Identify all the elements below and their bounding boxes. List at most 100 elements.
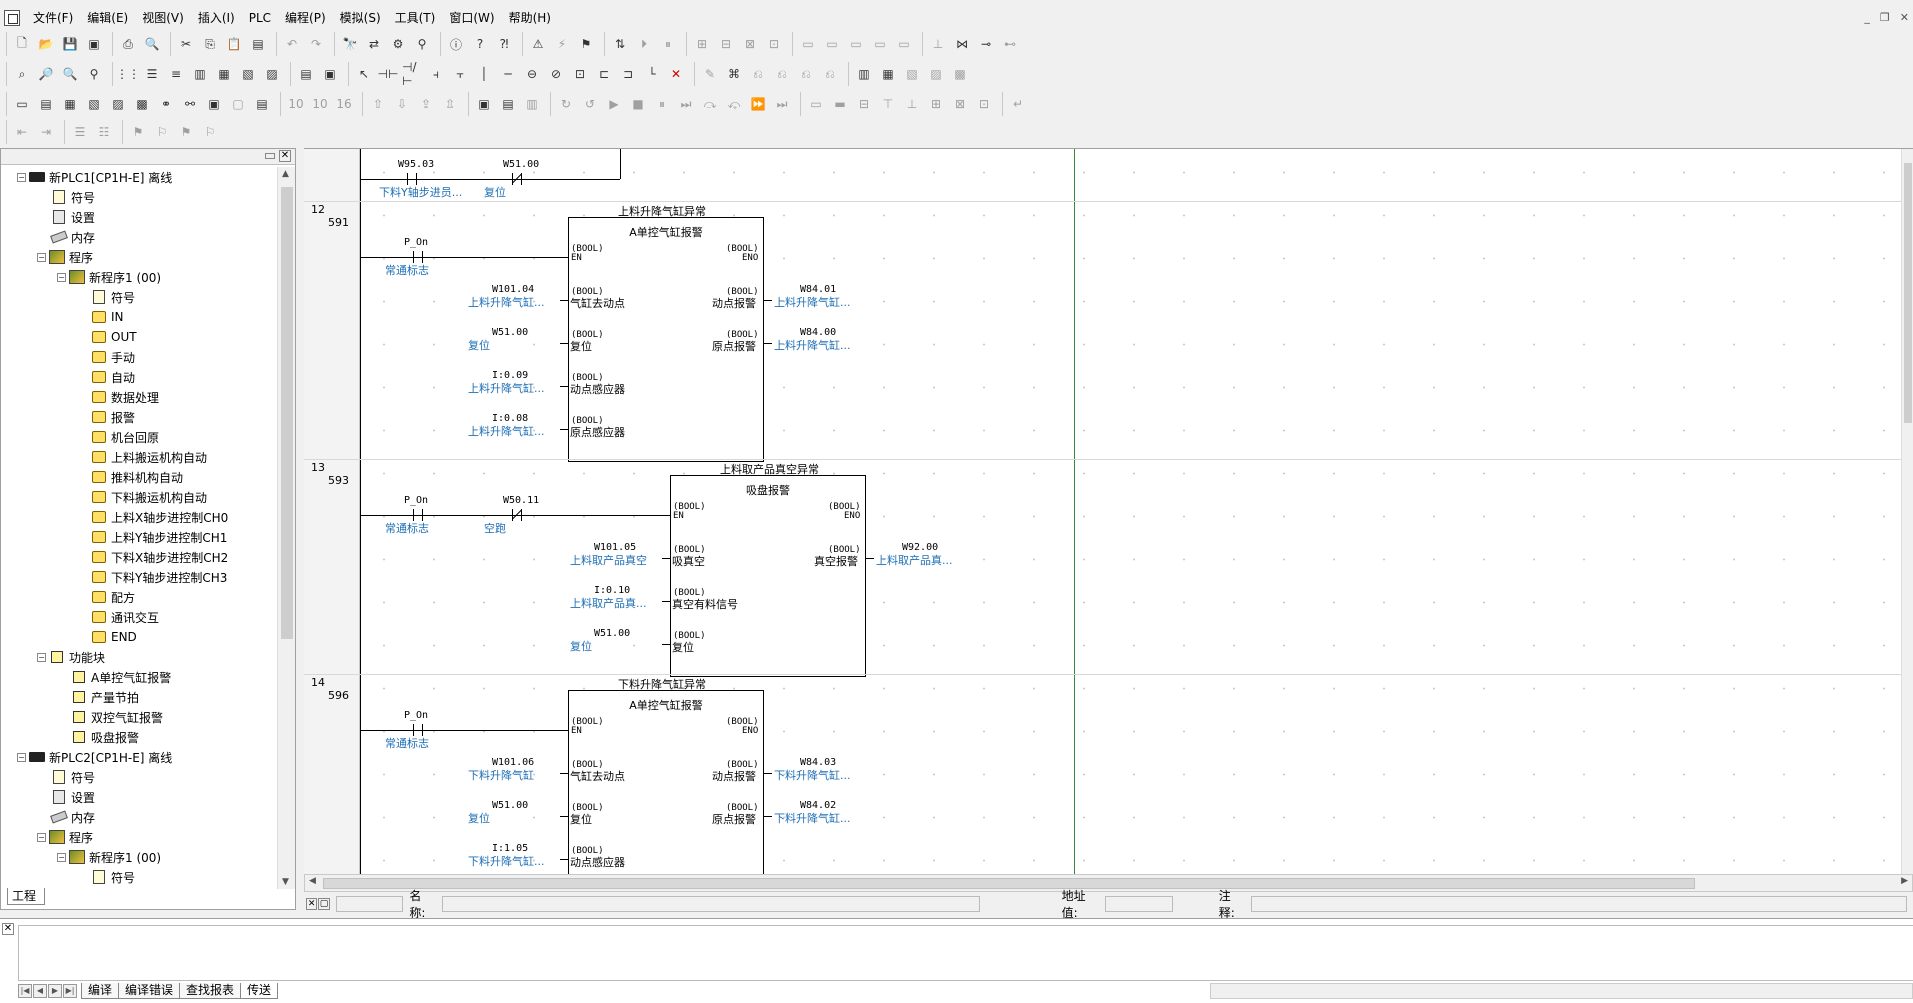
comment-view-icon[interactable]: ☰ [142, 64, 162, 84]
tree-item[interactable]: 上料X轴步进控制CH0 [91, 507, 228, 527]
or-nc-contact-icon[interactable]: ⫟ [450, 64, 470, 84]
menu-insert[interactable]: 插入(I) [191, 9, 242, 27]
zoom-out-icon[interactable]: 🔍 [60, 64, 80, 84]
nc-contact-icon[interactable]: ⊣/⊢ [402, 60, 422, 88]
save-icon[interactable]: 💾 [60, 34, 80, 54]
scan-step-icon[interactable]: ⏭ [772, 94, 792, 114]
redo-icon[interactable]: ↷ [306, 34, 326, 54]
tab-first-icon[interactable]: |◀ [18, 983, 32, 998]
menu-simulate[interactable]: 模拟(S) [333, 9, 388, 27]
tree-item[interactable]: 自动 [91, 367, 135, 387]
tree-item[interactable]: OUT [91, 327, 137, 347]
grid-icon[interactable]: ⋮⋮ [116, 64, 140, 84]
bookmark-4-icon[interactable]: ⚐ [200, 122, 220, 142]
break-3-icon[interactable]: ⊟ [854, 94, 874, 114]
info-close-icon[interactable]: ✕ [306, 898, 318, 910]
io-table-icon[interactable]: ▣ [320, 64, 340, 84]
tree-item[interactable]: 上料搬运机构自动 [91, 447, 207, 467]
save-all-icon[interactable]: ▣ [84, 34, 104, 54]
output-text-area[interactable] [18, 925, 1913, 981]
force-3-icon[interactable]: ⇪ [416, 94, 436, 114]
select-icon[interactable]: ↖ [354, 64, 374, 84]
sim-run-2-icon[interactable]: ▤ [498, 94, 518, 114]
tree-item[interactable]: 符号 [51, 767, 95, 787]
watch-icon[interactable]: ▨ [262, 64, 282, 84]
play-icon[interactable]: ▶ [604, 94, 624, 114]
prog-1-icon[interactable]: ▭ [12, 94, 32, 114]
output-close-icon[interactable]: ✕ [2, 923, 14, 935]
tree-item[interactable]: 手动 [91, 347, 135, 367]
tree-item[interactable]: 推料机构自动 [91, 467, 183, 487]
tree-item[interactable]: 配方 [91, 587, 135, 607]
tree-item[interactable]: IN [91, 307, 124, 327]
line-connect-icon[interactable]: └ [642, 64, 662, 84]
list-1-icon[interactable]: ☰ [70, 122, 90, 142]
sim-1-icon[interactable]: ▥ [854, 64, 874, 84]
tree-item[interactable]: 符号 [91, 287, 135, 307]
tree-item[interactable]: 产量节拍 [71, 687, 139, 707]
warning-icon[interactable]: ⚠ [528, 34, 548, 54]
tree-item[interactable]: − 新程序1 (00) [57, 267, 161, 287]
minimize-icon[interactable]: _ [1864, 11, 1870, 24]
step-in-icon[interactable]: ⏭ [676, 94, 696, 114]
continuous-step-icon[interactable]: ⏩ [748, 94, 768, 114]
tree-item[interactable]: 设置 [51, 207, 95, 227]
menu-tools[interactable]: 工具(T) [388, 9, 443, 27]
tree-scroll-thumb[interactable] [281, 187, 293, 639]
pin-icon[interactable] [265, 153, 275, 159]
print-icon[interactable]: ⎙ [118, 34, 138, 54]
mnemonic-icon[interactable]: ▥ [190, 64, 210, 84]
compare-4-icon[interactable]: ⊡ [764, 34, 784, 54]
tree-item[interactable]: 吸盘报警 [71, 727, 139, 747]
menu-help[interactable]: 帮助(H) [502, 9, 558, 27]
force-1-icon[interactable]: ⇧ [368, 94, 388, 114]
paste-special-icon[interactable]: ▤ [248, 34, 268, 54]
address-field[interactable] [1105, 896, 1173, 912]
break-2-icon[interactable]: ▬ [830, 94, 850, 114]
tab-compile-errors[interactable]: 编译错误 [118, 982, 181, 999]
step-out-icon[interactable]: ⤽ [724, 94, 744, 114]
window-2-icon[interactable]: ▭ [822, 34, 842, 54]
force-2-icon[interactable]: ⇩ [392, 94, 412, 114]
scroll-right-icon[interactable]: ▶ [1901, 876, 1908, 886]
sim-4-icon[interactable]: ▨ [926, 64, 946, 84]
ladder-h-scrollbar[interactable]: ◀ ▶ [304, 874, 1913, 892]
bookmark-3-icon[interactable]: ⚑ [176, 122, 196, 142]
prog-9-icon[interactable]: ▣ [204, 94, 224, 114]
ladder-h-scroll-thumb[interactable] [323, 878, 1695, 889]
nc-coil-icon[interactable]: ⊘ [546, 64, 566, 84]
tree-item[interactable]: A单控气缸报警 [71, 667, 171, 687]
force-4-icon[interactable]: ⇫ [440, 94, 460, 114]
outdent-icon[interactable]: ⇥ [36, 122, 56, 142]
tree-item[interactable]: − 程序 [37, 827, 93, 847]
tree-item[interactable]: 机台回原 [91, 427, 159, 447]
tab-next-icon[interactable]: ▶ [48, 983, 62, 998]
cut-icon[interactable]: ✂ [176, 34, 196, 54]
online-icon[interactable]: ⚡ [552, 34, 572, 54]
tree-item[interactable]: − 新PLC2[CP1H-E] 离线 [17, 747, 172, 767]
pause-icon[interactable]: ⏸ [658, 34, 678, 54]
print-preview-icon[interactable]: 🔍 [142, 34, 162, 54]
ladder-v-scrollbar[interactable] [1901, 149, 1913, 874]
output-h-scrollbar[interactable] [1210, 983, 1913, 999]
replace-icon[interactable]: ⇄ [364, 34, 384, 54]
menu-program[interactable]: 编程(P) [278, 9, 333, 27]
compare-2-icon[interactable]: ⊟ [716, 34, 736, 54]
sim-5-icon[interactable]: ▩ [950, 64, 970, 84]
zoom-fit-icon[interactable]: ⚲ [84, 64, 104, 84]
break-7-icon[interactable]: ⊠ [950, 94, 970, 114]
misc-2-icon[interactable]: ⋈ [952, 34, 972, 54]
new-file-icon[interactable]: 🗋 [12, 34, 32, 54]
ladder-view-icon[interactable]: ▦ [214, 64, 234, 84]
menu-file[interactable]: 文件(F) [26, 9, 80, 27]
address-reference-icon[interactable]: ⚲ [412, 34, 432, 54]
delete-line-icon[interactable]: ✕ [666, 64, 686, 84]
format-10-icon[interactable]: 10 [286, 94, 306, 114]
tree-item[interactable]: − 新程序1 (00) [57, 847, 161, 867]
tree-item[interactable]: 符号 [91, 867, 135, 887]
tree-item[interactable]: 上料Y轴步进控制CH1 [91, 527, 227, 547]
prog-7-icon[interactable]: ⚭ [156, 94, 176, 114]
list-view-icon[interactable]: ≡ [166, 64, 186, 84]
tree-item[interactable]: 下料Y轴步进控制CH3 [91, 567, 227, 587]
help-icon[interactable]: ? [470, 34, 490, 54]
